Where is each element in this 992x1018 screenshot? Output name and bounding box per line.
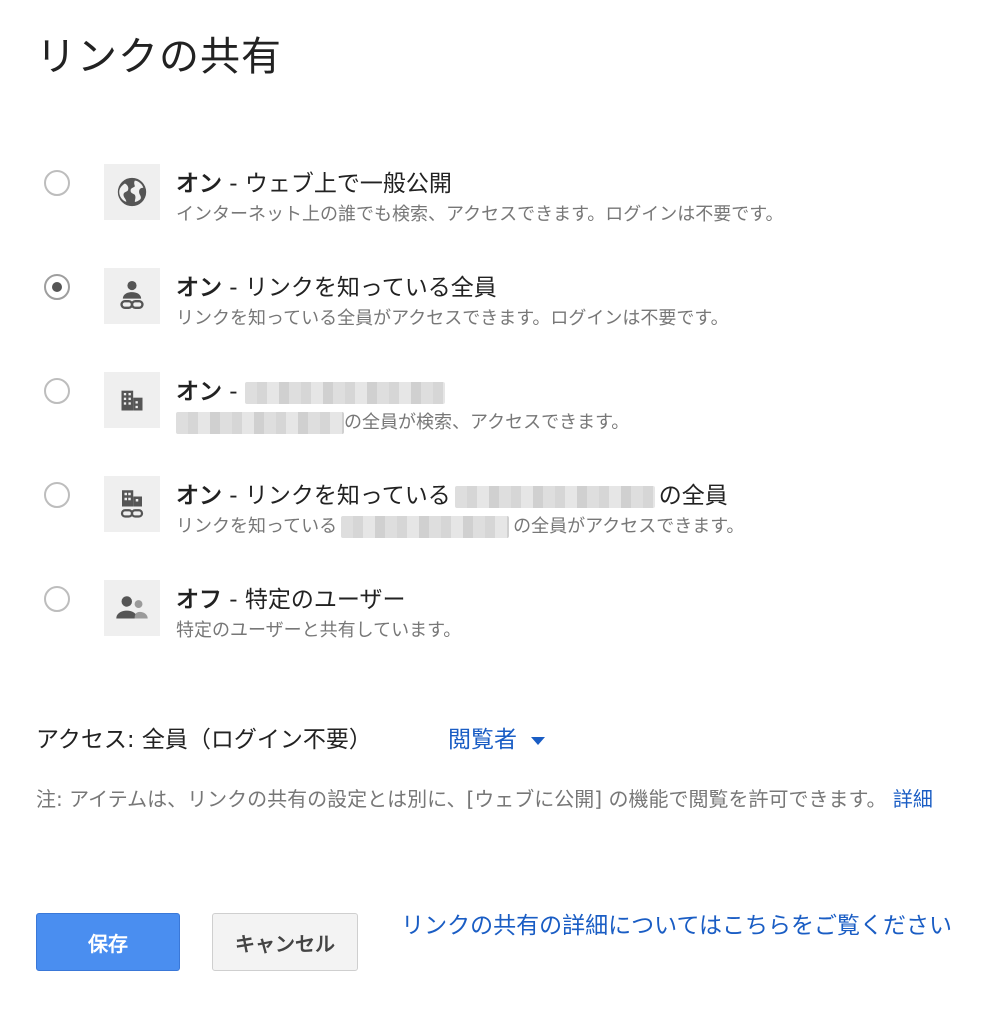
option-description: リンクを知っている の全員がアクセスできます。 [176, 516, 745, 538]
option-title: オン - ウェブ上で一般公開 [176, 171, 452, 197]
redacted-domain [341, 516, 510, 538]
people-icon [104, 580, 160, 636]
globe-icon [104, 164, 160, 220]
option-public-web[interactable]: オン - ウェブ上で一般公開 インターネット上の誰でも検索、アクセスできます。ロ… [0, 164, 992, 244]
option-description: の全員が検索、アクセスできます。 [176, 408, 629, 434]
radio-specific-users[interactable] [44, 586, 70, 612]
option-title: オン - リンクを知っている の全員 [176, 483, 728, 509]
radio-domain[interactable] [44, 378, 70, 404]
redacted-domain [454, 485, 655, 508]
access-role-dropdown[interactable]: 閲覧者 [448, 720, 545, 754]
radio-domain-with-link[interactable] [44, 482, 70, 508]
option-title: オン - リンクを知っている全員 [176, 275, 497, 301]
cancel-button[interactable]: キャンセル [212, 913, 358, 971]
redacted-domain [244, 381, 445, 404]
dialog-title: リンクの共有 [36, 34, 282, 80]
sharing-help-link[interactable]: リンクの共有の詳細についてはこちらをご覧ください [392, 910, 952, 942]
publish-note: 注: アイテムは、リンクの共有の設定とは別に、[ウェブに公開] の機能で閲覧を許… [36, 787, 933, 811]
option-anyone-with-link[interactable]: オン - リンクを知っている全員 リンクを知っている全員がアクセスできます。ログ… [0, 268, 992, 348]
radio-anyone-with-link[interactable] [44, 274, 70, 300]
option-description: インターネット上の誰でも検索、アクセスできます。ログインは不要です。 [176, 204, 784, 225]
access-label: アクセス: 全員（ログイン不要） [36, 727, 372, 753]
option-title: オフ - 特定のユーザー [176, 587, 406, 613]
option-specific-users[interactable]: オフ - 特定のユーザー 特定のユーザーと共有しています。 [0, 580, 992, 660]
redacted-domain [176, 412, 344, 434]
access-role-value: 閲覧者 [448, 727, 517, 753]
option-domain[interactable]: オン - の全員が検索、アクセスできます。 [0, 372, 992, 452]
option-title: オン - [176, 372, 445, 406]
radio-public-web[interactable] [44, 170, 70, 196]
building-icon [104, 372, 160, 428]
option-description: リンクを知っている全員がアクセスできます。ログインは不要です。 [176, 308, 729, 329]
option-domain-with-link[interactable]: オン - リンクを知っている の全員 リンクを知っている の全員がアクセスできます。 [0, 476, 992, 556]
details-link[interactable]: 詳細 [893, 787, 933, 811]
person-link-icon [104, 268, 160, 324]
option-description: 特定のユーザーと共有しています。 [176, 620, 462, 641]
building-link-icon [104, 476, 160, 532]
caret-down-icon [531, 736, 545, 745]
save-button[interactable]: 保存 [36, 913, 180, 971]
